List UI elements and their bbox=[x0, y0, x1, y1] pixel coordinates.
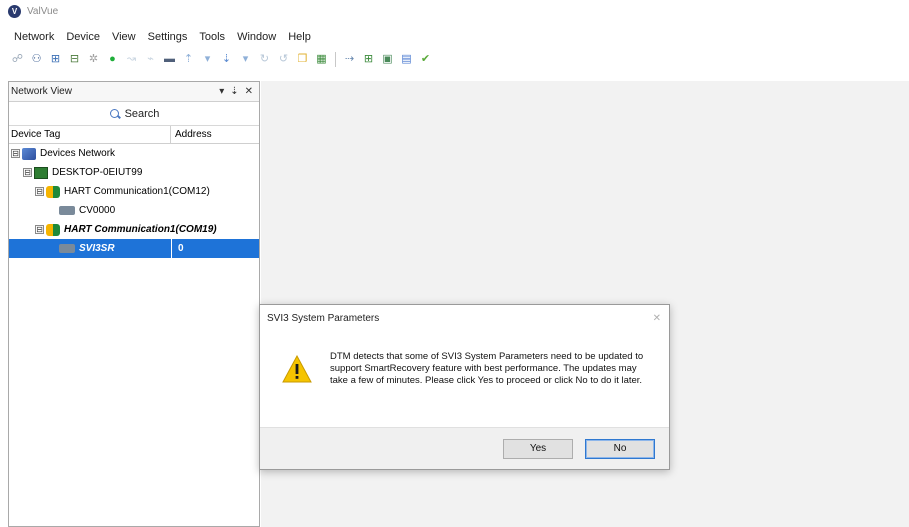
panel-controls: ▾ ⇣ ✕ bbox=[219, 86, 259, 97]
save-icon[interactable]: ▬ bbox=[162, 52, 177, 67]
monitor-icon[interactable]: ▣ bbox=[380, 52, 395, 67]
tree-item-label: Devices Network bbox=[40, 148, 116, 159]
address-cell: 0 bbox=[171, 239, 184, 258]
pin-icon[interactable]: ⇣ bbox=[230, 86, 238, 97]
disabled-action-icon[interactable]: ↝ bbox=[124, 52, 139, 67]
toolbar-separator bbox=[335, 51, 336, 67]
search-row: Search bbox=[9, 102, 259, 126]
dialog-message: DTM detects that some of SVI3 System Par… bbox=[330, 351, 644, 386]
tree-item-label: HART Communication1(COM19) bbox=[64, 224, 217, 235]
tree-item-label: CV0000 bbox=[79, 205, 116, 216]
panel-title: Network View bbox=[11, 86, 72, 97]
column-header-device-tag[interactable]: Device Tag bbox=[9, 126, 171, 143]
window-title: ValVue bbox=[27, 5, 59, 17]
svi3-system-parameters-dialog: SVI3 System Parameters ✕ DTM detects tha… bbox=[259, 304, 670, 470]
add-device-icon[interactable]: ⊞ bbox=[48, 52, 63, 67]
online-status-icon[interactable]: ● bbox=[105, 52, 120, 67]
device-icon bbox=[59, 206, 75, 215]
arrow-icon[interactable]: ⇢ bbox=[342, 52, 357, 67]
tree-item-svi3sr[interactable]: SVI3SR 0 bbox=[9, 239, 259, 258]
no-button[interactable]: No bbox=[585, 438, 655, 459]
checkmark-icon[interactable]: ✔ bbox=[418, 52, 433, 67]
menu-help[interactable]: Help bbox=[288, 31, 311, 43]
device-list-icon[interactable]: ⊟ bbox=[67, 52, 82, 67]
chart-icon[interactable]: ▦ bbox=[314, 52, 329, 67]
device-icon bbox=[59, 244, 75, 253]
close-icon[interactable]: ✕ bbox=[245, 86, 253, 97]
network-icon bbox=[22, 147, 36, 160]
scan-network-icon[interactable]: ⚇ bbox=[29, 52, 44, 67]
warning-icon bbox=[282, 355, 312, 383]
panel-header: Network View ▾ ⇣ ✕ bbox=[9, 82, 259, 102]
dropdown-icon[interactable]: ▾ bbox=[238, 52, 253, 67]
tree-item-cv0000[interactable]: CV0000 bbox=[9, 201, 259, 220]
menu-tools[interactable]: Tools bbox=[199, 31, 225, 43]
device-tree: ⊟ Devices Network ⊟ DESKTOP-0EIUT99 ⊟ HA… bbox=[9, 144, 259, 258]
close-icon[interactable]: ✕ bbox=[653, 313, 661, 324]
panel-menu-icon[interactable]: ▾ bbox=[219, 86, 224, 97]
upload-icon[interactable]: ⇡ bbox=[181, 52, 196, 67]
title-bar: V ValVue bbox=[0, 0, 909, 22]
refresh-icon[interactable]: ↻ bbox=[257, 52, 272, 67]
hart-modem-icon bbox=[46, 185, 60, 198]
document-icon[interactable]: ❐ bbox=[295, 52, 310, 67]
toolbar: ☍ ⚇ ⊞ ⊟ ✲ ● ↝ ⌁ ▬ ⇡ ▾ ⇣ ▾ ↻ ↺ ❐ ▦ ⇢ ⊞ ▣ … bbox=[8, 48, 528, 70]
hart-modem-icon bbox=[46, 223, 60, 236]
grid-header: Device Tag Address bbox=[9, 126, 259, 144]
download-icon[interactable]: ⇣ bbox=[219, 52, 234, 67]
tree-item-label: DESKTOP-0EIUT99 bbox=[52, 167, 143, 178]
network-view-panel: Network View ▾ ⇣ ✕ Search Device Tag Add… bbox=[8, 81, 260, 527]
device-info-icon[interactable]: ⊞ bbox=[361, 52, 376, 67]
tree-item-hart-com19[interactable]: ⊟ HART Communication1(COM19) bbox=[9, 220, 259, 239]
dialog-footer: Yes No bbox=[260, 427, 669, 469]
collapse-toggle[interactable]: ⊟ bbox=[11, 149, 20, 158]
dropdown-icon[interactable]: ▾ bbox=[200, 52, 215, 67]
dialog-body: DTM detects that some of SVI3 System Par… bbox=[260, 331, 669, 429]
menu-view[interactable]: View bbox=[112, 31, 136, 43]
tree-item-hart-com12[interactable]: ⊟ HART Communication1(COM12) bbox=[9, 182, 259, 201]
menu-network[interactable]: Network bbox=[14, 31, 54, 43]
dialog-title-bar: SVI3 System Parameters ✕ bbox=[260, 305, 669, 331]
menu-window[interactable]: Window bbox=[237, 31, 276, 43]
dialog-title: SVI3 System Parameters bbox=[267, 312, 380, 324]
tree-item-devices-network[interactable]: ⊟ Devices Network bbox=[9, 144, 259, 163]
search-button[interactable]: Search bbox=[109, 107, 160, 120]
connect-icon[interactable]: ☍ bbox=[10, 52, 25, 67]
menu-bar: Network Device View Settings Tools Windo… bbox=[0, 28, 909, 46]
tree-item-label: SVI3SR bbox=[79, 243, 115, 254]
valve-logo-icon: V bbox=[8, 4, 21, 18]
disabled-action-icon[interactable]: ⌁ bbox=[143, 52, 158, 67]
yes-button[interactable]: Yes bbox=[503, 438, 573, 459]
tree-item-desktop[interactable]: ⊟ DESKTOP-0EIUT99 bbox=[9, 163, 259, 182]
collapse-toggle[interactable]: ⊟ bbox=[35, 225, 44, 234]
search-label: Search bbox=[124, 107, 160, 120]
column-header-address[interactable]: Address bbox=[171, 126, 259, 143]
search-icon bbox=[109, 108, 121, 120]
menu-settings[interactable]: Settings bbox=[148, 31, 188, 43]
tree-item-label: HART Communication1(COM12) bbox=[64, 186, 210, 197]
settings-gear-icon[interactable]: ✲ bbox=[86, 52, 101, 67]
book-icon[interactable]: ▤ bbox=[399, 52, 414, 67]
collapse-toggle[interactable]: ⊟ bbox=[23, 168, 32, 177]
collapse-toggle[interactable]: ⊟ bbox=[35, 187, 44, 196]
computer-icon bbox=[34, 166, 48, 179]
refresh-icon[interactable]: ↺ bbox=[276, 52, 291, 67]
menu-device[interactable]: Device bbox=[66, 31, 100, 43]
